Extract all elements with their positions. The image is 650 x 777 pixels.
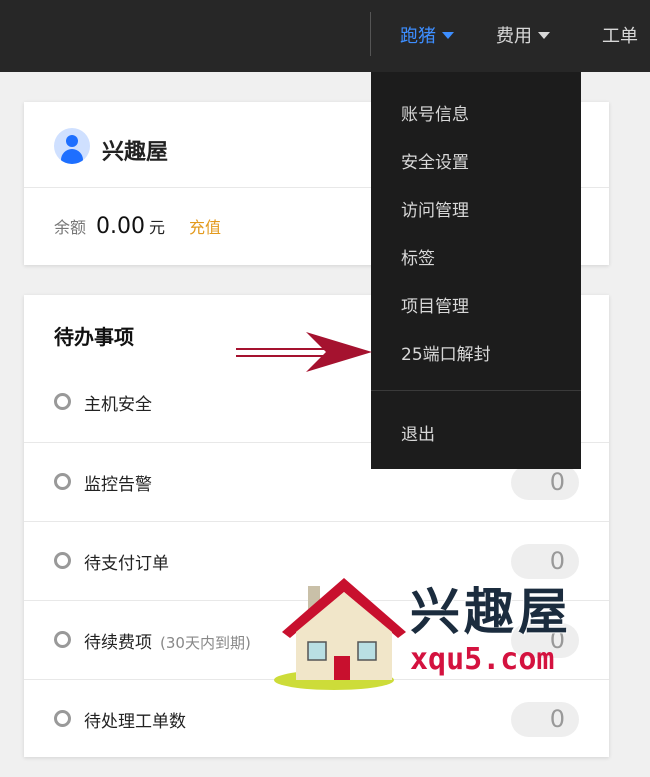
nav-ticket-label: 工单 [602, 26, 638, 47]
balance-value: 0.00 [96, 214, 145, 239]
todo-count-badge: 0 [511, 702, 579, 737]
menu-item-account-info[interactable]: 账号信息 [401, 100, 469, 125]
menu-item-port25-unblock[interactable]: 25端口解封 [401, 340, 491, 365]
recharge-link[interactable]: 充值 [189, 218, 221, 237]
nav-fee-label: 费用 [496, 26, 532, 47]
site-watermark: 兴趣屋 xqu5.com [272, 568, 582, 692]
todo-count-badge: 0 [511, 465, 579, 500]
todo-label: 待续费项 [84, 633, 152, 653]
house-icon [274, 578, 406, 690]
user-avatar-icon [54, 128, 90, 164]
balance-unit: 元 [149, 218, 166, 237]
balance-row: 余额 0.00 元 充值 [54, 214, 221, 239]
top-nav-bar: 跑猪 费用 工单 [0, 0, 650, 72]
nav-user-label: 跑猪 [400, 26, 436, 47]
circle-outline-icon [54, 473, 71, 490]
caret-down-icon [538, 31, 550, 39]
circle-outline-icon [54, 552, 71, 569]
todo-note: (30天内到期) [160, 634, 251, 652]
nav-user-menu[interactable]: 跑猪 [400, 22, 454, 48]
nav-divider [370, 12, 371, 56]
menu-divider [371, 390, 581, 391]
watermark-url: xqu5.com [410, 642, 555, 677]
circle-outline-icon [54, 631, 71, 648]
todo-label: 待支付订单 [84, 554, 169, 574]
right-arrow-icon [236, 332, 372, 372]
balance-label: 余额 [54, 218, 87, 237]
nav-ticket-link[interactable]: 工单 [602, 22, 638, 48]
menu-item-security-settings[interactable]: 安全设置 [401, 148, 469, 173]
todo-label: 待处理工单数 [84, 712, 186, 732]
account-name: 兴趣屋 [102, 140, 169, 165]
caret-down-icon [442, 31, 454, 39]
circle-outline-icon [54, 710, 71, 727]
nav-fee-menu[interactable]: 费用 [496, 22, 550, 48]
menu-item-project-management[interactable]: 项目管理 [401, 292, 469, 317]
todo-label: 主机安全 [84, 395, 152, 415]
user-dropdown-menu: 账号信息 安全设置 访问管理 标签 项目管理 25端口解封 退出 [371, 72, 581, 469]
watermark-title: 兴趣屋 [410, 583, 572, 641]
todo-title: 待办事项 [54, 325, 134, 349]
circle-outline-icon [54, 393, 71, 410]
menu-item-logout[interactable]: 退出 [401, 420, 435, 445]
todo-label: 监控告警 [84, 475, 152, 495]
menu-item-access-management[interactable]: 访问管理 [401, 196, 469, 221]
menu-item-tags[interactable]: 标签 [401, 244, 435, 269]
